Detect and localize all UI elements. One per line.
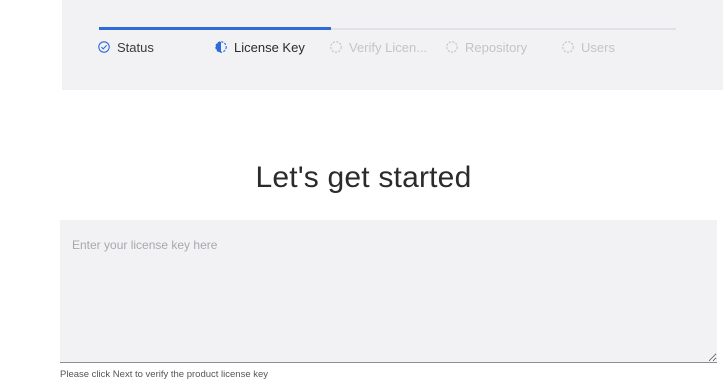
dashed-circle-icon	[562, 41, 574, 53]
stepper-progress-bar	[99, 27, 331, 30]
step-license-key-label: License Key	[234, 39, 305, 55]
step-repository[interactable]: Repository	[446, 38, 527, 56]
helper-text: Please click Next to verify the product …	[60, 369, 269, 380]
step-verify-license-label: Verify Licen...	[349, 39, 428, 55]
step-verify-license[interactable]: Verify Licen...	[330, 38, 427, 56]
license-key-input[interactable]	[60, 220, 717, 363]
half-filled-circle-icon	[215, 41, 227, 53]
step-status-label: Status	[117, 39, 154, 55]
step-repository-label: Repository	[465, 39, 528, 55]
dashed-circle-icon	[446, 41, 458, 53]
dashed-circle-icon	[330, 41, 342, 53]
step-license-key[interactable]: License Key	[215, 38, 305, 56]
page-title: Let's get started	[255, 161, 472, 194]
step-users[interactable]: Users	[562, 38, 615, 56]
step-users-label: Users	[581, 39, 615, 55]
step-status[interactable]: Status	[98, 38, 154, 56]
checkmark-circle-icon	[98, 41, 110, 53]
